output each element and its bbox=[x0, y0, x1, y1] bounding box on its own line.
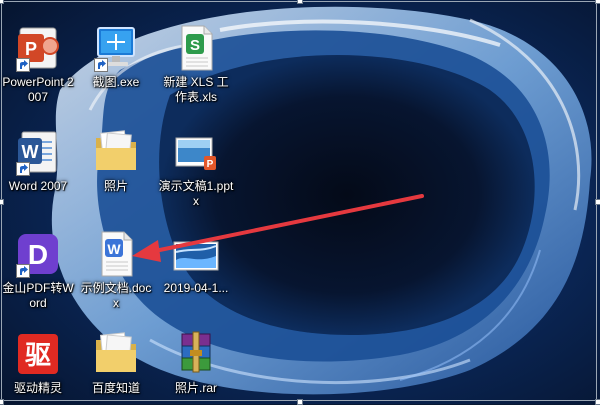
desktop-icon-label: 2019-04-1... bbox=[163, 281, 229, 295]
svg-text:驱: 驱 bbox=[25, 341, 51, 371]
resize-handle-bottom-left[interactable] bbox=[0, 399, 4, 405]
desktop-icon-driver-genius[interactable]: 驱 驱动精灵 bbox=[0, 330, 76, 396]
shortcut-arrow-icon bbox=[16, 264, 30, 278]
powerpoint-icon: P bbox=[14, 24, 62, 72]
rar-archive-icon bbox=[172, 330, 220, 378]
folder-icon bbox=[92, 128, 140, 176]
desktop-icon-label: 新建 XLS 工作表.xls bbox=[163, 75, 229, 104]
desktop-icon-image-file[interactable]: 2019-04-1... bbox=[158, 230, 234, 296]
resize-handle-top[interactable] bbox=[297, 0, 303, 4]
desktop-icon-photo-folder[interactable]: 照片 bbox=[78, 128, 154, 194]
desktop-icon-label: 示例文档.docx bbox=[80, 281, 152, 310]
desktop-icon-xls-file[interactable]: S 新建 XLS 工作表.xls bbox=[158, 24, 234, 105]
desktop-icon-pdf-to-word[interactable]: D 金山PDF转Word bbox=[0, 230, 76, 311]
svg-text:D: D bbox=[28, 239, 48, 270]
xls-file-icon: S bbox=[172, 24, 220, 72]
desktop-icon-label: 金山PDF转Word bbox=[2, 281, 74, 310]
svg-text:P: P bbox=[25, 39, 37, 59]
screenshot-exe-icon bbox=[92, 24, 140, 72]
resize-handle-top-right[interactable] bbox=[595, 0, 600, 4]
svg-text:W: W bbox=[22, 142, 39, 162]
desktop-icon-word[interactable]: W Word 2007 bbox=[0, 128, 76, 194]
svg-text:S: S bbox=[190, 37, 200, 54]
folder-icon bbox=[92, 330, 140, 378]
image-file-icon bbox=[172, 230, 220, 278]
desktop-icon-label: 驱动精灵 bbox=[13, 381, 62, 395]
svg-text:W: W bbox=[107, 241, 121, 257]
desktop-icon-label: 截图.exe bbox=[92, 75, 140, 89]
desktop-icon-label: 照片 bbox=[103, 179, 128, 193]
pdf-to-word-icon: D bbox=[14, 230, 62, 278]
desktop-icon-screenshot-exe[interactable]: 截图.exe bbox=[78, 24, 154, 90]
resize-handle-right[interactable] bbox=[595, 199, 600, 205]
resize-handle-bottom[interactable] bbox=[297, 399, 303, 405]
desktop-icon-baidu-folder[interactable]: 百度知道 bbox=[78, 330, 154, 396]
desktop-icon-label: PowerPoint 2007 bbox=[2, 75, 74, 104]
desktop-icon-rar-archive[interactable]: 照片.rar bbox=[158, 330, 234, 396]
desktop-icon-docx-file[interactable]: W 示例文档.docx bbox=[78, 230, 154, 311]
resize-handle-left[interactable] bbox=[0, 199, 4, 205]
shortcut-arrow-icon bbox=[16, 162, 30, 176]
driver-genius-icon: 驱 bbox=[14, 330, 62, 378]
desktop-icon-pptx-file[interactable]: P 演示文稿1.pptx bbox=[158, 128, 234, 209]
svg-text:P: P bbox=[207, 159, 214, 170]
shortcut-arrow-icon bbox=[94, 58, 108, 72]
desktop-icon-powerpoint[interactable]: P PowerPoint 2007 bbox=[0, 24, 76, 105]
docx-file-icon: W bbox=[92, 230, 140, 278]
desktop-icon-label: Word 2007 bbox=[8, 179, 68, 193]
shortcut-arrow-icon bbox=[16, 58, 30, 72]
desktop-icon-label: 演示文稿1.pptx bbox=[158, 179, 234, 208]
desktop-icon-label: 百度知道 bbox=[91, 381, 140, 395]
resize-handle-bottom-right[interactable] bbox=[595, 399, 600, 405]
pptx-file-icon: P bbox=[172, 128, 220, 176]
word-icon: W bbox=[14, 128, 62, 176]
resize-handle-top-left[interactable] bbox=[0, 0, 4, 4]
desktop-icon-label: 照片.rar bbox=[174, 381, 217, 395]
